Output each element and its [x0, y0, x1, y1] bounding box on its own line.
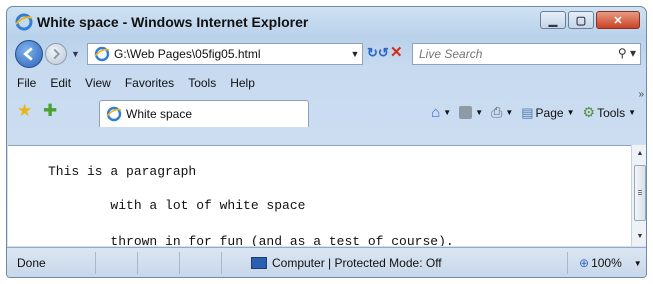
feeds-button[interactable]: ▼ — [459, 106, 483, 119]
close-window-button[interactable]: ✕ — [596, 11, 640, 29]
tools-dropdown-icon: ▼ — [628, 108, 636, 117]
window-title: White space - Windows Internet Explorer — [37, 14, 309, 30]
forward-arrow-icon — [53, 48, 61, 60]
home-dropdown-icon[interactable]: ▼ — [443, 108, 451, 117]
close-icon: ✕ — [613, 14, 623, 27]
security-zone[interactable]: Computer | Protected Mode: Off — [251, 256, 442, 270]
print-dropdown-icon[interactable]: ▼ — [505, 108, 513, 117]
navigation-bar: ▼ G:\Web Pages\05fig05.html ▼ ↻↺ ✕ ⚲ ▾ — [7, 39, 646, 69]
tools-menu-label: Tools — [597, 105, 626, 120]
ie-logo-icon — [15, 13, 33, 31]
maximize-icon: ▢ — [575, 14, 587, 27]
menu-file[interactable]: File — [17, 73, 44, 93]
favorites-star-icon[interactable]: ★ — [17, 102, 35, 120]
page-icon — [94, 46, 110, 62]
scroll-down-arrow-icon[interactable]: ▼ — [632, 230, 646, 244]
minimize-icon: ▁ — [548, 14, 558, 27]
status-separator — [221, 252, 222, 274]
more-commands-chevron-icon[interactable]: » — [638, 89, 644, 100]
search-input[interactable] — [419, 47, 599, 61]
vertical-scrollbar[interactable]: ▲ ▼ — [631, 145, 646, 246]
page-menu-button[interactable]: ▤ Page ▼ — [521, 105, 574, 121]
status-bar: Done Computer | Protected Mode: Off ⊕ 10… — [7, 247, 646, 277]
refresh-button[interactable]: ↻↺ — [367, 45, 389, 63]
feeds-dropdown-icon[interactable]: ▼ — [475, 108, 483, 117]
print-button[interactable]: ⎙ ▼ — [491, 104, 513, 121]
recent-pages-dropdown-icon[interactable]: ▼ — [71, 49, 80, 59]
menu-view[interactable]: View — [85, 73, 119, 93]
status-separator — [567, 252, 568, 274]
caption-buttons: ▁ ▢ ✕ — [538, 11, 640, 29]
title-bar[interactable]: White space - Windows Internet Explorer … — [7, 7, 646, 37]
refresh-icon: ↻↺ — [367, 45, 389, 60]
content-line-3: thrown in for fun (and as a test of cour… — [48, 234, 454, 246]
page-menu-label: Page — [535, 105, 564, 120]
address-bar[interactable]: G:\Web Pages\05fig05.html ▼ — [87, 43, 363, 65]
content-line-2: with a lot of white space — [48, 198, 306, 213]
page-menu-icon: ▤ — [521, 104, 534, 120]
page-dropdown-icon: ▼ — [566, 108, 575, 117]
scroll-thumb[interactable] — [634, 165, 646, 221]
zoom-level: 100% — [591, 256, 622, 270]
computer-zone-icon — [251, 257, 267, 269]
content-line-1: This is a paragraph — [48, 164, 197, 179]
menu-tools[interactable]: Tools — [188, 73, 224, 93]
search-icon[interactable]: ⚲ ▾ — [618, 46, 636, 60]
tools-menu-button[interactable]: ⚙ Tools ▼ — [583, 104, 637, 121]
status-separator — [95, 252, 96, 274]
scroll-up-arrow-icon[interactable]: ▲ — [632, 147, 646, 161]
feeds-icon — [459, 106, 473, 119]
back-button[interactable] — [15, 40, 43, 68]
stop-icon: ✕ — [390, 44, 403, 61]
stop-button[interactable]: ✕ — [390, 43, 406, 63]
add-favorites-icon[interactable]: ✚ — [43, 102, 61, 120]
zoom-control[interactable]: ⊕ 100% ▼ — [579, 256, 642, 270]
tab-row: ★ ✚ White space ⌂ ▼ ▼ ⎙ ▼ ▤ Page ▼ ⚙ Tools ▼ » — [7, 89, 646, 127]
scroll-grip-icon — [638, 190, 642, 191]
tab-page-icon — [106, 106, 122, 122]
zoom-magnifier-icon: ⊕ — [579, 256, 590, 270]
home-icon: ⌂ — [431, 104, 441, 121]
home-button[interactable]: ⌂ ▼ — [431, 104, 451, 121]
browser-window: White space - Windows Internet Explorer … — [6, 6, 647, 278]
zoom-dropdown-icon[interactable]: ▼ — [634, 259, 642, 268]
tab-label: White space — [126, 107, 193, 121]
forward-button[interactable] — [45, 43, 67, 65]
security-zone-label: Computer | Protected Mode: Off — [272, 256, 442, 270]
menu-favorites[interactable]: Favorites — [125, 73, 182, 93]
status-separator — [137, 252, 138, 274]
status-text: Done — [17, 256, 46, 270]
menu-help[interactable]: Help — [230, 73, 263, 93]
menu-bar: File Edit View Favorites Tools Help — [7, 73, 646, 93]
menu-edit[interactable]: Edit — [50, 73, 79, 93]
print-icon: ⎙ — [491, 104, 503, 120]
search-box[interactable]: ⚲ ▾ — [412, 43, 641, 65]
address-dropdown-icon[interactable]: ▼ — [348, 49, 362, 59]
page-content: This is a paragraph with a lot of white … — [8, 145, 631, 246]
address-url[interactable]: G:\Web Pages\05fig05.html — [114, 47, 348, 61]
status-separator — [179, 252, 180, 274]
tools-gear-icon: ⚙ — [582, 104, 596, 120]
back-arrow-icon — [23, 47, 33, 61]
command-bar: ⌂ ▼ ▼ ⎙ ▼ ▤ Page ▼ ⚙ Tools ▼ — [423, 104, 636, 121]
minimize-button[interactable]: ▁ — [540, 11, 566, 29]
maximize-button[interactable]: ▢ — [568, 11, 594, 29]
tab-white-space[interactable]: White space — [99, 100, 309, 127]
